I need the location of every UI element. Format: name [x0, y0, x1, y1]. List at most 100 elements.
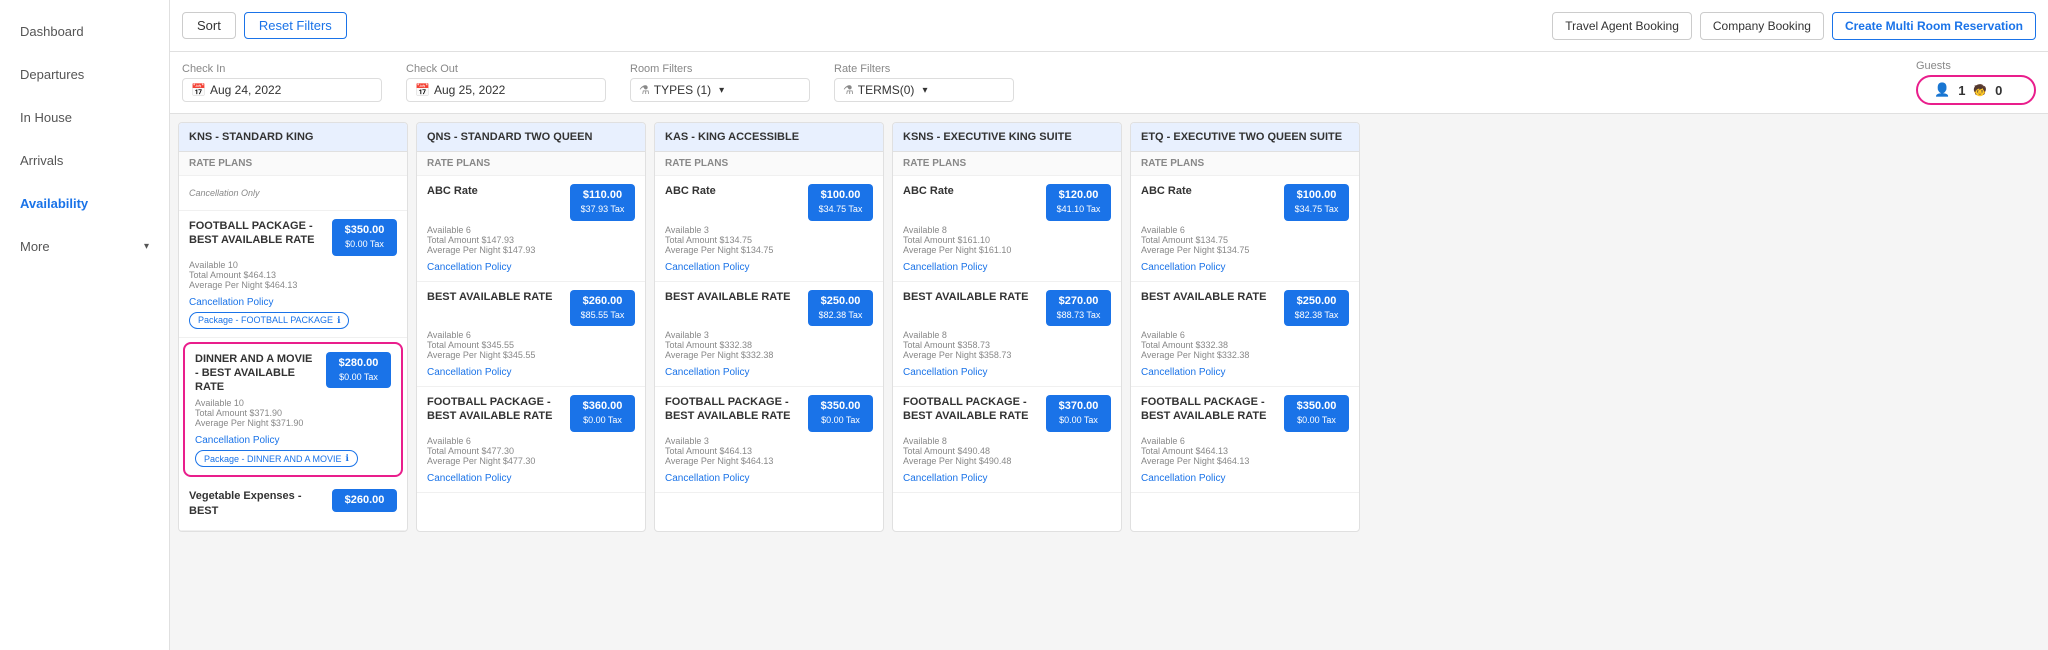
rate-card: FOOTBALL PACKAGE - BEST AVAILABLE RATE$3… [1131, 387, 1359, 493]
rate-plans-label: RATE PLANS [1131, 152, 1359, 176]
calendar-icon: 📅 [191, 83, 206, 97]
rate-card: ABC Rate$100.00$34.75 TaxAvailable 3Tota… [655, 176, 883, 282]
rate-price-button[interactable]: $360.00$0.00 Tax [570, 395, 635, 432]
cancellation-policy-link[interactable]: Cancellation Policy [903, 473, 988, 484]
rate-name: BEST AVAILABLE RATE [665, 290, 800, 304]
cancellation-policy-link[interactable]: Cancellation Policy [1141, 473, 1226, 484]
rate-price-button[interactable]: $370.00$0.00 Tax [1046, 395, 1111, 432]
room-filters-input[interactable]: ⚗ TYPES (1) ▾ [630, 78, 810, 102]
rate-details: Available 6Total Amount $477.30Average P… [427, 436, 635, 466]
rate-details: Available 3Total Amount $464.13Average P… [665, 436, 873, 466]
chevron-down-icon: ▾ [719, 85, 724, 96]
cancellation-policy-link[interactable]: Cancellation Policy [665, 262, 750, 273]
adult-icon: 👤 [1934, 82, 1950, 98]
rate-price-button[interactable]: $350.00$0.00 Tax [808, 395, 873, 432]
cancellation-policy-link[interactable]: Cancellation Policy [665, 473, 750, 484]
sidebar-item-dashboard[interactable]: Dashboard [0, 10, 169, 53]
rate-card-top: FOOTBALL PACKAGE - BEST AVAILABLE RATE$3… [903, 395, 1111, 432]
room-header: KNS - STANDARD KING [179, 123, 407, 152]
cancellation-policy-link[interactable]: Cancellation Policy [903, 262, 988, 273]
rate-price-button[interactable]: $100.00$34.75 Tax [1284, 184, 1349, 221]
rate-details: Available 10Total Amount $371.90Average … [195, 398, 391, 428]
rate-card: FOOTBALL PACKAGE - BEST AVAILABLE RATE$3… [417, 387, 645, 493]
sidebar-item-arrivals[interactable]: Arrivals [0, 139, 169, 182]
checkin-input[interactable]: 📅 Aug 24, 2022 [182, 78, 382, 102]
rate-filters-label: Rate Filters [834, 63, 1014, 75]
sidebar-item-departures[interactable]: Departures [0, 53, 169, 96]
rate-price-button[interactable]: $260.00$85.55 Tax [570, 290, 635, 327]
rate-name: DINNER AND A MOVIE - BEST AVAILABLE RATE [195, 352, 318, 395]
rate-card-top: ABC Rate$110.00$37.93 Tax [427, 184, 635, 221]
rate-filters-input[interactable]: ⚗ TERMS(0) ▾ [834, 78, 1014, 102]
rate-card-top: BEST AVAILABLE RATE$270.00$88.73 Tax [903, 290, 1111, 327]
sidebar-item-label: Arrivals [20, 153, 63, 168]
filter-icon: ⚗ [843, 83, 854, 97]
checkout-input[interactable]: 📅 Aug 25, 2022 [406, 78, 606, 102]
package-tag[interactable]: Package - FOOTBALL PACKAGE ℹ [189, 312, 349, 329]
company-booking-button[interactable]: Company Booking [1700, 12, 1824, 40]
child-icon: 🧒 [1973, 84, 1987, 97]
cancellation-policy-link[interactable]: Cancellation Policy [665, 367, 750, 378]
cancellation-policy-link[interactable]: Cancellation Policy [1141, 262, 1226, 273]
sidebar-item-more[interactable]: More ▾ [0, 225, 169, 268]
rate-price-button[interactable]: $110.00$37.93 Tax [570, 184, 635, 221]
chevron-down-icon: ▾ [144, 241, 149, 252]
rate-details: Available 6Total Amount $332.38Average P… [1141, 330, 1349, 360]
rate-name: ABC Rate [665, 184, 800, 198]
rate-price-button[interactable]: $120.00$41.10 Tax [1046, 184, 1111, 221]
checkin-value: Aug 24, 2022 [210, 83, 281, 97]
guests-box[interactable]: 👤 1 🧒 0 [1916, 75, 2036, 105]
rate-card-top: FOOTBALL PACKAGE - BEST AVAILABLE RATE$3… [665, 395, 873, 432]
rate-details: Available 6Total Amount $147.93Average P… [427, 225, 635, 255]
cancellation-policy-link[interactable]: Cancellation Policy [189, 297, 274, 308]
package-tag[interactable]: Package - DINNER AND A MOVIE ℹ [195, 450, 358, 467]
rate-card-top: BEST AVAILABLE RATE $250.00$82.38 Tax [665, 290, 873, 327]
sidebar: Dashboard Departures In House Arrivals A… [0, 0, 170, 650]
rate-price-button[interactable]: $270.00$88.73 Tax [1046, 290, 1111, 327]
room-header: KSNS - EXECUTIVE KING SUITE [893, 123, 1121, 152]
rate-price-button[interactable]: $250.00$82.38 Tax [808, 290, 873, 327]
chevron-down-icon: ▾ [922, 85, 927, 96]
sidebar-item-inhouse[interactable]: In House [0, 96, 169, 139]
rate-details: Available 8Total Amount $490.48Average P… [903, 436, 1111, 466]
rate-plans-label: RATE PLANS [417, 152, 645, 176]
rate-card-top: BEST AVAILABLE RATE$260.00$85.55 Tax [427, 290, 635, 327]
guests-filter: Guests 👤 1 🧒 0 [1916, 60, 2036, 105]
rate-price-button[interactable]: $260.00 [332, 489, 397, 511]
sort-button[interactable]: Sort [182, 12, 236, 39]
cancellation-policy-link[interactable]: Cancellation Policy [427, 367, 512, 378]
rate-filters: Rate Filters ⚗ TERMS(0) ▾ [834, 63, 1014, 102]
rate-card: FOOTBALL PACKAGE - BEST AVAILABLE RATE$3… [893, 387, 1121, 493]
create-multi-room-button[interactable]: Create Multi Room Reservation [1832, 12, 2036, 40]
rate-card: ABC Rate$120.00$41.10 TaxAvailable 8Tota… [893, 176, 1121, 282]
sidebar-item-availability[interactable]: Availability [0, 182, 169, 225]
rate-details: Available 3Total Amount $332.38Average P… [665, 330, 873, 360]
rate-name: ABC Rate [903, 184, 1038, 198]
rate-card-top: BEST AVAILABLE RATE$250.00$82.38 Tax [1141, 290, 1349, 327]
rate-price-button[interactable]: $100.00$34.75 Tax [808, 184, 873, 221]
checkin-filter: Check In 📅 Aug 24, 2022 [182, 63, 382, 102]
filters-row: Check In 📅 Aug 24, 2022 Check Out 📅 Aug … [170, 52, 2048, 114]
room-column-qns: QNS - STANDARD TWO QUEENRATE PLANSABC Ra… [416, 122, 646, 532]
rate-plans-label: RATE PLANS [893, 152, 1121, 176]
rate-card-top: ABC Rate $100.00$34.75 Tax [665, 184, 873, 221]
room-column-ksns: KSNS - EXECUTIVE KING SUITERATE PLANS ABC… [892, 122, 1122, 532]
cancellation-policy-link[interactable]: Cancellation Policy [1141, 367, 1226, 378]
cancellation-policy-link[interactable]: Cancellation Policy [427, 262, 512, 273]
rate-card: BEST AVAILABLE RATE$250.00$82.38 TaxAvai… [1131, 282, 1359, 388]
content-area: KNS - STANDARD KING RATE PLANS Cancellatio… [170, 114, 2048, 650]
rate-price-button[interactable]: $250.00$82.38 Tax [1284, 290, 1349, 327]
reset-filters-button[interactable]: Reset Filters [244, 12, 347, 39]
rate-price-button[interactable]: $280.00$0.00 Tax [326, 352, 391, 389]
rate-details: Available 8Total Amount $358.73Average P… [903, 330, 1111, 360]
cancellation-policy-link[interactable]: Cancellation Policy [427, 473, 512, 484]
cancellation-policy-link[interactable]: Cancellation Policy [195, 435, 280, 446]
adult-count: 1 [1958, 83, 1965, 98]
cancellation-policy-link[interactable]: Cancellation Policy [903, 367, 988, 378]
rate-card: FOOTBALL PACKAGE - BEST AVAILABLE RATE$3… [655, 387, 883, 493]
room-filters: Room Filters ⚗ TYPES (1) ▾ [630, 63, 810, 102]
rate-price-button[interactable]: $350.00$0.00 Tax [1284, 395, 1349, 432]
checkout-label: Check Out [406, 63, 606, 75]
rate-price-button[interactable]: $350.00$0.00 Tax [332, 219, 397, 256]
travel-agent-booking-button[interactable]: Travel Agent Booking [1552, 12, 1692, 40]
